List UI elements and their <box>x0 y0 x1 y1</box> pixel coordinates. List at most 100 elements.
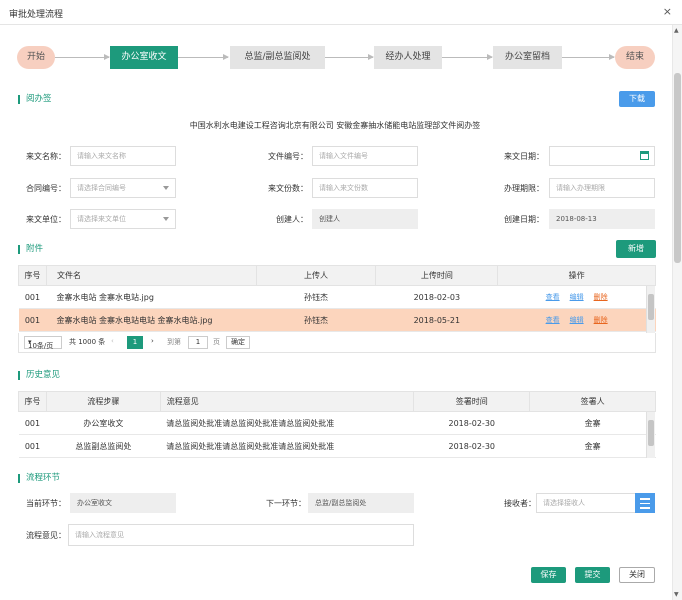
attachments-scrollbar[interactable] <box>646 286 655 333</box>
section-attachments: 附件 <box>18 245 43 254</box>
doc-no-input[interactable]: 请输入文件编号 <box>312 146 418 166</box>
step-director-review: 总监/副总监阅处 <box>230 46 325 69</box>
delete-link[interactable]: 删除 <box>594 293 608 301</box>
attachments-scroll-thumb[interactable] <box>648 294 654 320</box>
cell-no: 001 <box>18 285 47 309</box>
download-button[interactable]: 下载 <box>619 91 655 107</box>
close-icon[interactable]: × <box>663 5 672 18</box>
page-1-button[interactable]: 1 <box>127 336 143 349</box>
cell-no: 001 <box>18 411 47 435</box>
th-no: 序号 <box>18 265 47 286</box>
goto-label: 到第 <box>167 338 181 346</box>
copies-input[interactable]: 请输入来文份数 <box>312 178 418 198</box>
submit-button[interactable]: 提交 <box>575 567 610 583</box>
th-filename: 文件名 <box>45 265 257 286</box>
from-date-input[interactable] <box>549 146 655 166</box>
from-name-input[interactable]: 请输入来文名称 <box>70 146 176 166</box>
cell-no: 001 <box>18 308 47 332</box>
cell-no: 001 <box>18 434 47 458</box>
current-step-field: 办公室收文 <box>70 493 176 513</box>
cell-signer: 金寨 <box>529 434 656 458</box>
deadline-label: 办理期限： <box>504 184 544 193</box>
chevron-down-icon <box>163 186 169 190</box>
edit-link[interactable]: 编辑 <box>570 293 584 301</box>
cell-ops: 查看 编辑 删除 <box>497 285 656 309</box>
cell-uploader: 孙钰杰 <box>256 285 376 309</box>
created-field: 2018-08-13 <box>549 209 655 229</box>
contract-no-placeholder: 请选择合同编号 <box>77 184 126 192</box>
history-table: 序号 流程步骤 流程意见 签署时间 签署人 001 办公室收文 请总监阅处批准请… <box>18 391 656 458</box>
page-scroll-thumb[interactable] <box>674 73 681 263</box>
doc-title: 中国水利水电建设工程咨询北京有限公司 安徽金寨抽水储能电站监理部文件阅办签 <box>189 121 481 130</box>
th-no: 序号 <box>18 391 47 412</box>
history-scrollbar[interactable] <box>646 412 655 458</box>
step-start: 开始 <box>17 46 55 69</box>
creator-label: 创建人： <box>276 215 308 224</box>
step-end: 结束 <box>615 46 655 69</box>
scroll-up-icon[interactable]: ▲ <box>674 27 679 34</box>
from-name-label: 来文名称： <box>26 152 66 161</box>
table-header: 序号 文件名 上传人 上传时间 操作 <box>18 265 656 286</box>
unit-placeholder: 请选择来文单位 <box>77 215 126 223</box>
table-row: 001 总监副总监阅处 请总监阅处批准请总监阅处批准请总监阅处批准 2018-0… <box>18 434 656 458</box>
cell-opinion: 请总监阅处批准请总监阅处批准请总监阅处批准 <box>160 434 414 458</box>
delete-link[interactable]: 删除 <box>594 316 608 324</box>
step-arrow <box>562 54 615 60</box>
th-opinion: 流程意见 <box>159 391 415 412</box>
next-step-label: 下一环节： <box>266 499 306 508</box>
window-title-bar: 审批处理流程 × <box>0 0 682 25</box>
list-menu-icon[interactable] <box>635 493 655 513</box>
current-step-label: 当前环节： <box>26 499 66 508</box>
receiver-input[interactable]: 请选择接收人 <box>536 493 636 513</box>
created-label: 创建日期： <box>504 215 544 224</box>
step-arrow <box>325 54 374 60</box>
cell-opinion: 请总监阅处批准请总监阅处批准请总监阅处批准 <box>160 411 414 435</box>
th-signer: 签署人 <box>529 391 656 412</box>
table-header: 序号 流程步骤 流程意见 签署时间 签署人 <box>18 391 656 412</box>
th-ops: 操作 <box>497 265 656 286</box>
total-count: 共 1000 条 <box>69 338 106 346</box>
cell-filename: 金寨水电站 金寨水电站.jpg <box>46 285 257 309</box>
prev-page-icon[interactable]: ‹ <box>111 337 114 345</box>
attachments-table: 序号 文件名 上传人 上传时间 操作 001 金寨水电站 金寨水电站.jpg 孙… <box>18 265 656 332</box>
unit-select[interactable]: 请选择来文单位 <box>70 209 176 229</box>
table-row: 001 办公室收文 请总监阅处批准请总监阅处批准请总监阅处批准 2018-02-… <box>18 411 656 435</box>
step-arrow <box>178 54 229 60</box>
view-link[interactable]: 查看 <box>546 316 560 324</box>
scroll-down-icon[interactable]: ▼ <box>674 591 679 598</box>
view-link[interactable]: 查看 <box>546 293 560 301</box>
save-button[interactable]: 保存 <box>531 567 566 583</box>
table-row[interactable]: 001 金寨水电站 金寨水电站电站 金寨水电站.jpg 孙钰杰 2018-05-… <box>18 308 656 332</box>
cell-time: 2018-02-03 <box>375 285 498 309</box>
unit-label: 来文单位： <box>26 215 66 224</box>
deadline-input[interactable]: 请输入办理期限 <box>549 178 655 198</box>
flow-opinion-textarea[interactable]: 请输入流程意见 <box>68 524 414 546</box>
cell-uploader: 孙钰杰 <box>256 308 376 332</box>
table-row[interactable]: 001 金寨水电站 金寨水电站.jpg 孙钰杰 2018-02-03 查看 编辑 删… <box>18 285 656 309</box>
step-arrow <box>55 54 110 60</box>
cell-signer: 金寨 <box>529 411 656 435</box>
window-title: 审批处理流程 <box>9 10 64 20</box>
th-upload-time: 上传时间 <box>375 265 499 286</box>
goto-page-input[interactable]: 1 <box>188 336 208 349</box>
step-office-archive: 办公室留档 <box>493 46 562 69</box>
step-arrow <box>442 54 493 60</box>
add-attachment-button[interactable]: 新增 <box>616 240 656 258</box>
th-sign-time: 签署时间 <box>413 391 531 412</box>
edit-link[interactable]: 编辑 <box>570 316 584 324</box>
page-size-value: 10条/页 <box>28 342 54 350</box>
doc-no-label: 文件编号： <box>268 152 308 161</box>
section-history: 历史意见 <box>18 371 60 380</box>
history-scroll-thumb[interactable] <box>648 420 654 446</box>
calendar-icon[interactable] <box>640 151 649 160</box>
receiver-label: 接收者： <box>504 499 536 508</box>
contract-no-select[interactable]: 请选择合同编号 <box>70 178 176 198</box>
next-page-icon[interactable]: › <box>151 337 154 345</box>
cell-time: 2018-02-30 <box>413 434 530 458</box>
close-button[interactable]: 关闭 <box>619 567 655 583</box>
page-size-select[interactable]: 10条/页 ▾ <box>24 336 62 350</box>
goto-ok-button[interactable]: 确定 <box>226 336 250 349</box>
page-scrollbar[interactable]: ▲ ▼ <box>672 25 682 600</box>
flow-opinion-label: 流程意见： <box>26 531 66 540</box>
th-step: 流程步骤 <box>45 391 161 412</box>
